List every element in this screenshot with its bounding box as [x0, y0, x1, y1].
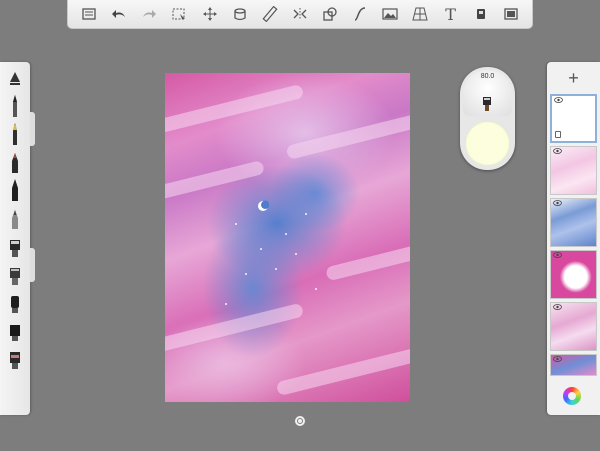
brush-ink-pen[interactable]	[0, 176, 30, 204]
brush-smudge[interactable]	[0, 288, 30, 316]
layers-panel: +	[547, 62, 600, 415]
paint-streak	[285, 110, 410, 160]
symmetry-button[interactable]	[288, 2, 312, 26]
redo-arrow-icon	[143, 10, 157, 18]
paint-streak	[165, 302, 305, 358]
star	[235, 223, 237, 225]
eye-icon[interactable]	[554, 97, 563, 103]
eye-icon[interactable]	[553, 200, 562, 206]
wide-brush-icon	[10, 325, 20, 341]
perspective-button[interactable]	[408, 2, 432, 26]
paint-streak	[165, 83, 305, 137]
star	[245, 273, 247, 275]
brush-pencil[interactable]	[0, 92, 30, 120]
fill-icon	[234, 8, 246, 21]
selection-button[interactable]	[167, 2, 191, 26]
smudge-icon	[11, 296, 19, 313]
current-color-swatch[interactable]	[465, 121, 510, 166]
lock-icon[interactable]	[555, 131, 561, 138]
color-puck[interactable]: 80.0	[460, 67, 515, 170]
fullscreen-icon	[504, 8, 518, 20]
layer-2[interactable]	[550, 146, 597, 195]
brush-settings-icon	[476, 9, 485, 19]
current-brush-icon	[483, 97, 491, 111]
eye-icon[interactable]	[553, 304, 562, 310]
brush-library-panel	[0, 62, 30, 415]
main-toolbar: T	[67, 0, 533, 29]
paint-brush-icon	[10, 240, 20, 257]
brush-settings-button[interactable]	[469, 2, 493, 26]
stamp-icon	[10, 352, 20, 369]
star	[295, 253, 297, 255]
brush-marker[interactable]	[0, 120, 30, 148]
chisel-brush-icon	[10, 268, 20, 285]
star	[285, 233, 287, 235]
layer-4[interactable]	[550, 250, 597, 299]
add-layer-button[interactable]: +	[547, 66, 600, 90]
pen-icon	[12, 153, 18, 173]
image-button[interactable]	[378, 2, 402, 26]
symmetry-icon	[293, 8, 307, 20]
shapes-button[interactable]	[318, 2, 342, 26]
layer-1[interactable]	[550, 94, 597, 143]
menu-icon	[82, 8, 96, 20]
brush-pen[interactable]	[0, 148, 30, 176]
text-button[interactable]: T	[439, 2, 463, 26]
pencil-icon	[13, 95, 17, 117]
brush-eraser[interactable]	[0, 64, 30, 92]
paint-streak	[165, 159, 266, 201]
paint-streak	[275, 343, 410, 397]
fill-button[interactable]	[228, 2, 252, 26]
crescent-moon-icon	[258, 200, 269, 211]
eye-icon[interactable]	[553, 356, 562, 362]
layer-5[interactable]	[550, 302, 597, 351]
star	[305, 213, 307, 215]
ruler-button[interactable]	[258, 2, 282, 26]
transform-button[interactable]	[198, 2, 222, 26]
brush-stamp[interactable]	[0, 344, 30, 372]
marker-icon	[13, 123, 17, 145]
star	[315, 288, 317, 290]
undo-button[interactable]	[107, 2, 131, 26]
ruler-icon	[262, 6, 278, 22]
text-icon: T	[445, 4, 456, 24]
drawing-canvas[interactable]	[165, 73, 410, 402]
curve-button[interactable]	[348, 2, 372, 26]
brush-panel-tab-lower[interactable]	[30, 248, 35, 282]
brush-chisel[interactable]	[0, 260, 30, 288]
menu-button[interactable]	[77, 2, 101, 26]
move-icon	[202, 7, 217, 21]
brush-size-value: 80.0	[480, 73, 495, 80]
star	[260, 248, 262, 250]
fullscreen-button[interactable]	[499, 2, 523, 26]
color-wheel-button[interactable]	[563, 387, 581, 405]
curve-icon	[354, 7, 366, 21]
eye-icon[interactable]	[553, 252, 562, 258]
paint-streak	[325, 238, 410, 282]
ink-pen-icon	[12, 179, 18, 201]
layer-3[interactable]	[550, 198, 597, 247]
image-icon	[382, 8, 398, 20]
shapes-icon	[323, 7, 337, 21]
star	[225, 303, 227, 305]
selection-icon	[172, 8, 186, 20]
undo-arrow-icon	[112, 10, 126, 18]
eye-icon[interactable]	[553, 148, 562, 154]
redo-button[interactable]	[137, 2, 161, 26]
perspective-icon	[412, 7, 429, 21]
layer-6[interactable]	[550, 354, 597, 376]
brush-airbrush[interactable]	[0, 204, 30, 232]
brush-panel-tab-upper[interactable]	[30, 112, 35, 146]
brush-wide[interactable]	[0, 316, 30, 344]
brush-paint[interactable]	[0, 232, 30, 260]
star	[275, 268, 277, 270]
ui-toggle-button[interactable]	[295, 416, 305, 426]
eraser-icon	[10, 72, 20, 85]
airbrush-icon	[12, 210, 18, 229]
